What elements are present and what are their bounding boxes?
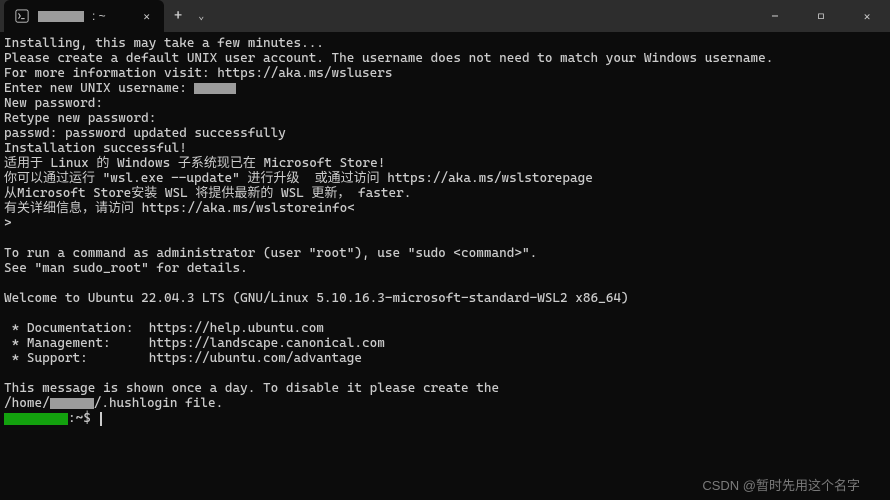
line: Please create a default UNIX user accoun…: [4, 51, 773, 66]
watermark: CSDN @暂时先用这个名字: [702, 475, 860, 494]
minimize-button[interactable]: —: [752, 0, 798, 32]
titlebar: : ~ ✕ + ⌄ — □ ✕: [0, 0, 890, 32]
line: 从Microsoft Store安装 WSL 将提供最新的 WSL 更新， fa…: [4, 186, 411, 201]
close-window-button[interactable]: ✕: [844, 0, 890, 32]
line: Retype new password:: [4, 111, 156, 126]
line: To run a command as administrator (user …: [4, 246, 537, 261]
terminal-icon: [14, 8, 30, 24]
line: /.hushlogin file.: [94, 396, 224, 411]
tab-title: : ~: [92, 9, 106, 23]
line: * Support: https://ubuntu.com/advantage: [4, 351, 362, 366]
line: This message is shown once a day. To dis…: [4, 381, 499, 396]
line: Installation successful!: [4, 141, 187, 156]
line: For more information visit: https://aka.…: [4, 66, 392, 81]
cursor: [100, 412, 102, 426]
homedir-redacted: [50, 398, 94, 409]
line: passwd: password updated successfully: [4, 126, 286, 141]
line: >: [4, 216, 12, 231]
close-tab-button[interactable]: ✕: [139, 8, 154, 25]
line: 适用于 Linux 的 Windows 子系统现已在 Microsoft Sto…: [4, 156, 385, 171]
new-tab-button[interactable]: +: [164, 8, 192, 24]
prompt-path: :~$: [68, 411, 98, 426]
line: New password:: [4, 96, 103, 111]
terminal-output[interactable]: Installing, this may take a few minutes.…: [0, 32, 890, 430]
line: * Management: https://landscape.canonica…: [4, 336, 385, 351]
tab-title-redacted: [38, 11, 84, 22]
line: 你可以通过运行 "wsl.exe --update" 进行升级 或通过访问 ht…: [4, 171, 593, 186]
line: Enter new UNIX username:: [4, 81, 194, 96]
line: Welcome to Ubuntu 22.04.3 LTS (GNU/Linux…: [4, 291, 629, 306]
tab-dropdown-button[interactable]: ⌄: [192, 11, 210, 22]
username-redacted: [194, 83, 236, 94]
line: Installing, this may take a few minutes.…: [4, 36, 324, 51]
line: See "man sudo_root" for details.: [4, 261, 248, 276]
window-controls: — □ ✕: [752, 0, 890, 32]
prompt-user-redacted: [4, 413, 68, 425]
line: /home/: [4, 396, 50, 411]
line: * Documentation: https://help.ubuntu.com: [4, 321, 324, 336]
line: 有关详细信息，请访问 https://aka.ms/wslstoreinfo<: [4, 201, 355, 216]
terminal-tab[interactable]: : ~ ✕: [4, 0, 164, 32]
maximize-button[interactable]: □: [798, 0, 844, 32]
